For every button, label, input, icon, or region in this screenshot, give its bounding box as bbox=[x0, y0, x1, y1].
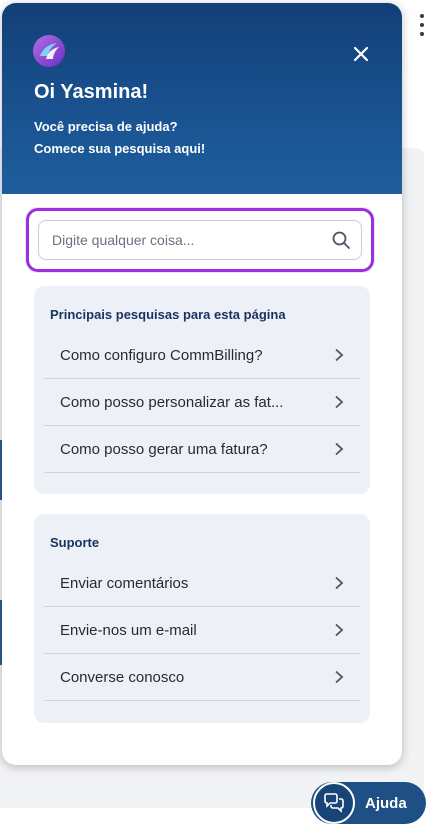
chat-bubbles-icon bbox=[313, 782, 355, 824]
list-item[interactable]: Envie-nos um e-mail bbox=[44, 607, 360, 654]
subtitle-line: Você precisa de ajuda? bbox=[34, 119, 178, 134]
chevron-right-icon bbox=[335, 395, 344, 409]
chevron-right-icon bbox=[335, 442, 344, 456]
chevron-right-icon bbox=[335, 348, 344, 362]
help-button[interactable]: Ajuda bbox=[311, 782, 426, 824]
chevron-right-icon bbox=[335, 623, 344, 637]
panel-header: Oi Yasmina! Você precisa de ajuda? Comec… bbox=[2, 3, 402, 194]
list-item-label: Como posso personalizar as fat... bbox=[60, 393, 284, 411]
help-button-label: Ajuda bbox=[365, 795, 407, 812]
greeting-title: Oi Yasmina! bbox=[34, 81, 149, 103]
support-title: Suporte bbox=[50, 535, 100, 550]
search-input[interactable] bbox=[52, 232, 331, 248]
subtitle: Você precisa de ajuda? Comece sua pesqui… bbox=[34, 116, 205, 160]
search-box bbox=[38, 220, 362, 260]
list-item-label: Como posso gerar uma fatura? bbox=[60, 440, 268, 458]
more-options-icon[interactable] bbox=[419, 14, 425, 36]
list-item[interactable]: Como configuro CommBilling? bbox=[44, 332, 360, 379]
list-item-label: Envie-nos um e-mail bbox=[60, 621, 197, 639]
close-button[interactable] bbox=[348, 41, 374, 67]
top-searches-card: Principais pesquisas para esta página Co… bbox=[34, 286, 370, 494]
list-item[interactable]: Como posso gerar uma fatura? bbox=[44, 426, 360, 473]
chevron-right-icon bbox=[335, 670, 344, 684]
list-item[interactable]: Como posso personalizar as fat... bbox=[44, 379, 360, 426]
subtitle-line: Comece sua pesquisa aqui! bbox=[34, 141, 206, 156]
list-item-label: Enviar comentários bbox=[60, 574, 189, 592]
list-item-label: Como configuro CommBilling? bbox=[60, 346, 263, 364]
close-icon bbox=[353, 46, 369, 62]
search-icon[interactable] bbox=[331, 230, 351, 250]
list-item[interactable]: Enviar comentários bbox=[44, 560, 360, 607]
list-item[interactable]: Converse conosco bbox=[44, 654, 360, 701]
search-focus-ring bbox=[26, 208, 374, 272]
brand-logo-icon bbox=[33, 35, 65, 67]
support-card: Suporte Enviar comentários Envie-nos um … bbox=[34, 514, 370, 723]
top-searches-title: Principais pesquisas para esta página bbox=[50, 307, 286, 322]
help-panel: Oi Yasmina! Você precisa de ajuda? Comec… bbox=[2, 3, 402, 765]
chevron-right-icon bbox=[335, 576, 344, 590]
list-item-label: Converse conosco bbox=[60, 668, 185, 686]
